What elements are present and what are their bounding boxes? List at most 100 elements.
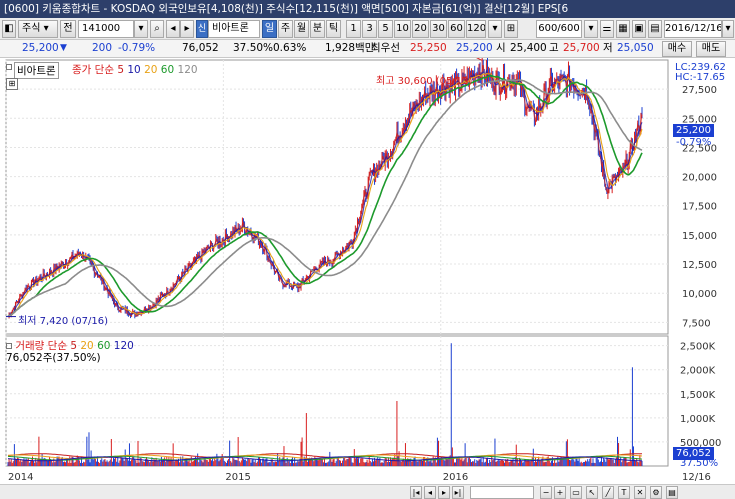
zoom-out-icon[interactable]: −: [540, 486, 552, 499]
tool-line-icon[interactable]: ╱: [602, 486, 614, 499]
settings-sliders-icon[interactable]: ⚌: [600, 20, 614, 38]
stock-name-field: 비아트론: [208, 20, 260, 38]
current-price: 25,200: [22, 42, 59, 54]
volume-summary: 76,052주(37.50%): [6, 352, 101, 364]
x-tick-label: 2015: [225, 472, 250, 483]
volume-tick-label: 2,500K: [680, 342, 716, 353]
date-dropdown-icon[interactable]: ▾: [722, 20, 734, 38]
price-tick-label: 12,500: [682, 260, 717, 271]
grid-icon[interactable]: ▦: [616, 20, 630, 38]
turnover-rate: 0.63%: [273, 42, 307, 54]
interval-button-3[interactable]: 3: [362, 20, 377, 38]
price-tick-label: 27,500: [682, 85, 717, 96]
zoom-in-icon[interactable]: +: [554, 486, 566, 499]
chart-area[interactable]: 27,500 25,000 22,500 20,000 17,500 15,000 12,5…: [0, 58, 735, 499]
price-legend-title: 종가 단순: [72, 64, 114, 76]
tool-print-icon[interactable]: ▤: [666, 486, 678, 499]
interval-dropdown-icon[interactable]: ▾: [488, 20, 502, 38]
current-rate-tag: -0.79%: [676, 137, 712, 148]
open-price: 25,400: [510, 42, 547, 54]
scroll-next-icon[interactable]: ▸: [438, 486, 450, 499]
tool-delete-icon[interactable]: ✕: [634, 486, 646, 499]
low-label: 저: [603, 42, 613, 54]
high-price: 25,700: [563, 42, 600, 54]
code-input[interactable]: 141000: [78, 20, 134, 38]
trade-amount: 1,928백만: [325, 42, 375, 54]
change-down-icon: ▼: [60, 43, 67, 53]
open-label: 시: [496, 42, 506, 54]
hc-label: HC:-17.65: [675, 72, 726, 83]
panel-grid-icon[interactable]: ⊞: [6, 78, 18, 90]
quote-bar: 25,200 ▼ 200 -0.79% 76,052 37.50% 0.63% …: [0, 40, 735, 58]
interval-button-5[interactable]: 5: [378, 20, 393, 38]
tool-text-icon[interactable]: T: [618, 486, 630, 499]
interval-button-120[interactable]: 120: [466, 20, 486, 38]
price-panel-frame: [5, 59, 669, 335]
next-stock-icon[interactable]: ▸: [180, 20, 194, 38]
market-select[interactable]: 주식 ▾: [18, 20, 58, 38]
high-annotation: 최고 30,600 (05/13): [376, 76, 473, 87]
price-tick-label: 17,500: [682, 202, 717, 213]
count-input[interactable]: 600/600: [536, 20, 582, 38]
jeon-button[interactable]: 전: [60, 20, 76, 38]
x-tick-label: 2016: [443, 472, 468, 483]
price-legend: 종가 단순 5 10 20 60 120: [72, 62, 198, 77]
price-tick-label: 10,000: [682, 289, 717, 300]
volume-panel-marker-icon: [6, 343, 12, 349]
period-day-button[interactable]: 일: [262, 20, 277, 38]
scroll-first-icon[interactable]: |◂: [410, 486, 422, 499]
change-amount: 200: [92, 42, 113, 54]
scroll-last-icon[interactable]: ▸|: [452, 486, 464, 499]
scroll-prev-icon[interactable]: ◂: [424, 486, 436, 499]
chart-type-icon[interactable]: ⊞: [504, 20, 518, 38]
volume-tick-label: 1,500K: [680, 390, 716, 401]
zoom-reset-icon[interactable]: ▭: [570, 486, 582, 499]
save-icon[interactable]: ▣: [632, 20, 646, 38]
volume-panel-frame: [5, 335, 669, 467]
period-week-button[interactable]: 주: [278, 20, 293, 38]
interval-button-60[interactable]: 60: [448, 20, 465, 38]
sell-button[interactable]: 매도: [696, 41, 726, 57]
prev-stock-icon[interactable]: ◂: [166, 20, 180, 38]
layout-toggle-icon[interactable]: ◧: [2, 20, 16, 38]
price-tick-label: 7,500: [682, 318, 711, 329]
price-tick-label: 20,000: [682, 173, 717, 184]
period-month-button[interactable]: 월: [294, 20, 309, 38]
count-dropdown-icon[interactable]: ▾: [584, 20, 598, 38]
horizontal-scrollbar[interactable]: [470, 486, 534, 499]
chart-toolbar: ◧ 주식 ▾ 전 141000 ▾ ⌕ ◂ ▸ 신 비아트론 일 주 월 분 틱…: [0, 18, 735, 40]
buy-button[interactable]: 매수: [662, 41, 692, 57]
search-icon[interactable]: ⌕: [150, 20, 164, 38]
bottom-navigation-bar: |◂ ◂ ▸ ▸| − + ▭ ↖ ╱ T ✕ ⚙ ▤: [0, 484, 735, 499]
tool-cursor-icon[interactable]: ↖: [586, 486, 598, 499]
low-price: 25,050: [617, 42, 654, 54]
ma-60-label: 60: [160, 64, 175, 76]
stock-name-tag: 비아트론: [14, 62, 59, 79]
chart-canvas[interactable]: 27,50025,00022,50020,00017,50015,00012,5…: [0, 58, 735, 484]
calendar-icon[interactable]: ▤: [648, 20, 662, 38]
low-annotation: 최저 7,420 (07/16): [18, 316, 109, 327]
period-tick-button[interactable]: 틱: [326, 20, 341, 38]
code-dropdown-icon[interactable]: ▾: [134, 20, 148, 38]
change-rate: -0.79%: [118, 42, 156, 54]
sin-badge: 신: [196, 20, 208, 38]
window-title: [0600] 키움종합차트 - KOSDAQ 외국인보유[4,108(천)] 주…: [0, 0, 735, 18]
volume-tick-label: 2,000K: [680, 366, 716, 377]
volume-value: 76,052: [182, 42, 219, 54]
interval-button-10[interactable]: 10: [394, 20, 411, 38]
ask-price: 25,250: [410, 42, 447, 54]
bid-price: 25,200: [456, 42, 493, 54]
x-tick-label: 12/16: [682, 472, 711, 483]
interval-button-30[interactable]: 30: [430, 20, 447, 38]
volume-ratio: 37.50%: [233, 42, 274, 54]
ma-5-label: 5: [117, 64, 125, 76]
high-label: 고: [549, 42, 559, 54]
period-min-button[interactable]: 분: [310, 20, 325, 38]
pref-label: 최우선: [371, 42, 400, 54]
date-input[interactable]: 2016/12/16: [664, 20, 722, 38]
volume-tick-label: 1,000K: [680, 414, 716, 425]
tool-settings-icon[interactable]: ⚙: [650, 486, 662, 499]
interval-button-20[interactable]: 20: [412, 20, 429, 38]
interval-button-1[interactable]: 1: [346, 20, 361, 38]
ma-20-label: 20: [144, 64, 158, 76]
